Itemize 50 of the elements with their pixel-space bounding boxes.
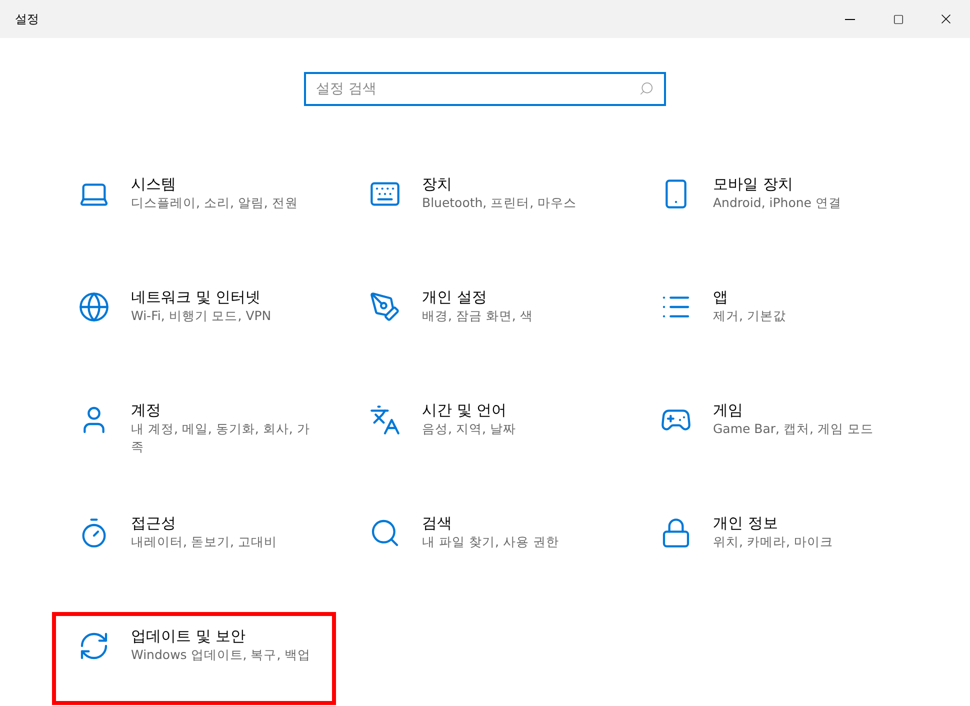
tile-description: 배경, 잠금 화면, 색 bbox=[422, 307, 533, 325]
settings-tile[interactable]: 시간 및 언어 음성, 지역, 날짜 bbox=[343, 386, 627, 479]
settings-tile[interactable]: 업데이트 및 보안 Windows 업데이트, 복구, 백업 bbox=[52, 612, 336, 705]
tile-description: 디스플레이, 소리, 알림, 전원 bbox=[131, 194, 298, 212]
tile-title: 모바일 장치 bbox=[713, 174, 794, 194]
tile-title: 시스템 bbox=[131, 174, 177, 194]
refresh-icon bbox=[78, 630, 110, 662]
search-icon bbox=[369, 517, 401, 549]
settings-tile[interactable]: 앱 제거, 기본값 bbox=[634, 273, 918, 366]
tile-description: Game Bar, 캡처, 게임 모드 bbox=[713, 420, 874, 438]
tile-description: 내 계정, 메일, 동기화, 회사, 가족 bbox=[131, 420, 311, 456]
settings-tile[interactable]: 장치 Bluetooth, 프린터, 마우스 bbox=[343, 160, 627, 253]
globe-icon bbox=[78, 291, 110, 323]
settings-tile[interactable]: 개인 정보 위치, 카메라, 마이크 bbox=[634, 499, 918, 592]
tile-title: 시간 및 언어 bbox=[422, 400, 508, 420]
tile-description: Android, iPhone 연결 bbox=[713, 194, 842, 212]
settings-tile[interactable]: 게임 Game Bar, 캡처, 게임 모드 bbox=[634, 386, 918, 479]
maximize-icon bbox=[892, 14, 904, 24]
settings-tile[interactable]: 개인 설정 배경, 잠금 화면, 색 bbox=[343, 273, 627, 366]
tile-title: 접근성 bbox=[131, 513, 177, 533]
tile-title: 앱 bbox=[713, 287, 729, 307]
lock-icon bbox=[660, 517, 692, 549]
tile-title: 계정 bbox=[131, 400, 162, 420]
tile-title: 개인 정보 bbox=[713, 513, 779, 533]
pen-icon bbox=[369, 291, 401, 323]
tile-title: 검색 bbox=[422, 513, 453, 533]
tile-title: 네트워크 및 인터넷 bbox=[131, 287, 262, 307]
tile-title: 게임 bbox=[713, 400, 744, 420]
tile-description: Wi-Fi, 비행기 모드, VPN bbox=[131, 307, 272, 325]
settings-tile[interactable]: 접근성 내레이터, 돋보기, 고대비 bbox=[52, 499, 336, 592]
language-icon bbox=[369, 404, 401, 436]
tile-description: Bluetooth, 프린터, 마우스 bbox=[422, 194, 577, 212]
tile-description: 제거, 기본값 bbox=[713, 307, 786, 325]
tile-description: 내 파일 찾기, 사용 권한 bbox=[422, 533, 559, 551]
search-field[interactable]: 설정 검색 bbox=[304, 72, 666, 106]
tile-title: 개인 설정 bbox=[422, 287, 488, 307]
tile-description: 위치, 카메라, 마이크 bbox=[713, 533, 833, 551]
settings-tile[interactable]: 모바일 장치 Android, iPhone 연결 bbox=[634, 160, 918, 253]
minimize-icon bbox=[845, 18, 855, 20]
window-title: 설정 bbox=[15, 11, 39, 28]
tile-description: Windows 업데이트, 복구, 백업 bbox=[131, 646, 311, 664]
settings-tile[interactable]: 계정 내 계정, 메일, 동기화, 회사, 가족 bbox=[52, 386, 336, 479]
tile-description: 음성, 지역, 날짜 bbox=[422, 420, 516, 438]
tile-title: 장치 bbox=[422, 174, 453, 194]
tile-description: 내레이터, 돋보기, 고대비 bbox=[131, 533, 277, 551]
search-icon bbox=[639, 81, 654, 96]
settings-tile[interactable]: 시스템 디스플레이, 소리, 알림, 전원 bbox=[52, 160, 336, 253]
tile-title: 업데이트 및 보안 bbox=[131, 626, 247, 646]
settings-tile[interactable]: 네트워크 및 인터넷 Wi-Fi, 비행기 모드, VPN bbox=[52, 273, 336, 366]
settings-tile[interactable]: 검색 내 파일 찾기, 사용 권한 bbox=[343, 499, 627, 592]
